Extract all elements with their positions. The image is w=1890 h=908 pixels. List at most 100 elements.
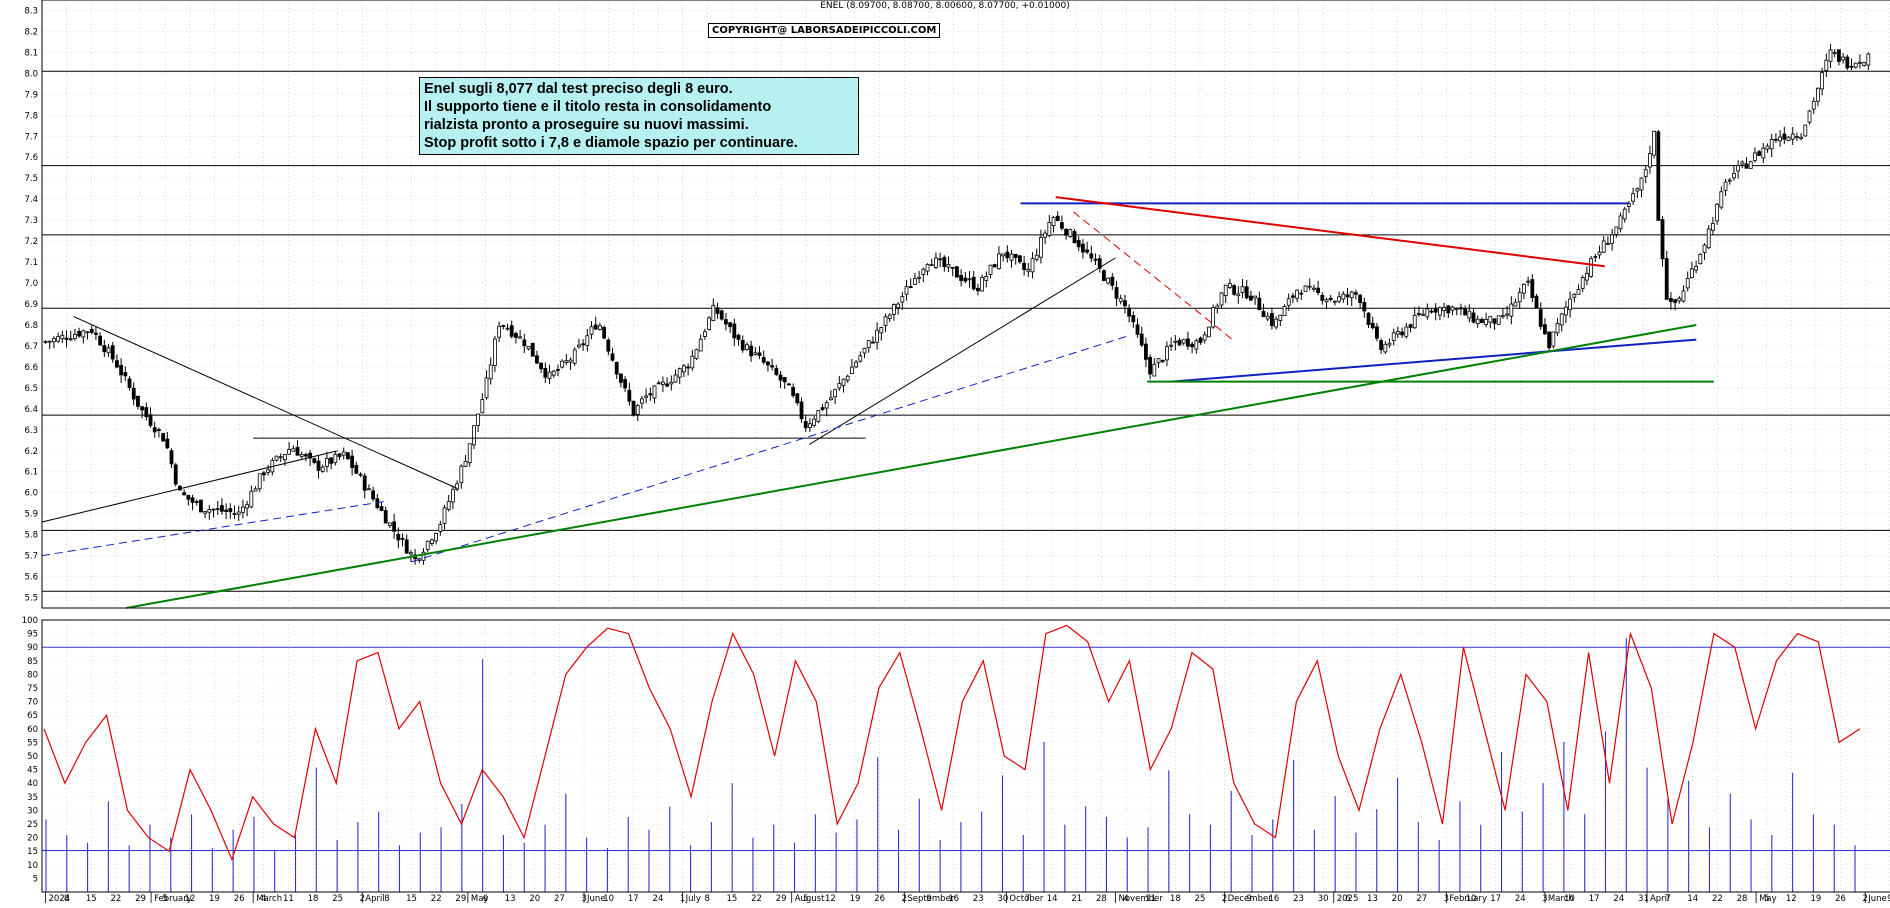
candle-body bbox=[1438, 307, 1442, 316]
candle-body bbox=[1207, 326, 1211, 338]
stock-chart: 8152229512192641118252815222961320273101… bbox=[0, 0, 1890, 904]
candle-body bbox=[1198, 337, 1203, 343]
candle bbox=[707, 316, 712, 331]
x-tick-label: 21 bbox=[1071, 894, 1082, 903]
candle bbox=[1786, 136, 1791, 141]
candle-body bbox=[358, 473, 363, 476]
candle bbox=[1589, 255, 1594, 279]
candle-body bbox=[887, 314, 892, 319]
candle-body bbox=[614, 361, 619, 375]
candle-body bbox=[1211, 307, 1216, 328]
candle bbox=[1207, 326, 1211, 338]
candle-body bbox=[799, 401, 804, 420]
price-tick-left: 5.7 bbox=[24, 552, 38, 562]
candle-body bbox=[1324, 299, 1329, 303]
candle-body bbox=[770, 365, 775, 368]
month-label: June bbox=[1867, 894, 1887, 903]
price-tick-left: 7.7 bbox=[24, 132, 38, 142]
price-tick-left: 7.2 bbox=[24, 237, 38, 247]
candle-body bbox=[442, 507, 447, 524]
candle-body bbox=[249, 490, 254, 508]
candle-body bbox=[1475, 318, 1480, 325]
candle-body bbox=[1828, 49, 1833, 62]
price-tick-left: 6.2 bbox=[24, 447, 38, 457]
candle-body bbox=[199, 499, 203, 513]
candle-body bbox=[1673, 299, 1678, 303]
stoch-tick: 65 bbox=[27, 711, 38, 721]
candle-body bbox=[1786, 136, 1791, 141]
candle-body bbox=[1173, 340, 1178, 343]
candle-body bbox=[837, 383, 842, 389]
candle-body bbox=[68, 338, 73, 341]
annotation-line-4: Stop profit sotto i 7,8 e diamole spazio… bbox=[424, 135, 798, 151]
price-tick-left: 7.6 bbox=[24, 153, 38, 163]
candle-body bbox=[1484, 318, 1489, 325]
candle-body bbox=[1270, 313, 1274, 327]
candle-body bbox=[1387, 342, 1392, 346]
candle-body bbox=[1740, 161, 1745, 165]
candle-body bbox=[1152, 363, 1157, 377]
candle-body bbox=[1866, 53, 1871, 66]
candle-body bbox=[1501, 315, 1505, 317]
x-tick-label: 24 bbox=[1613, 894, 1624, 903]
candle-body bbox=[526, 345, 531, 350]
month-label: February bbox=[1449, 894, 1487, 903]
candle-body bbox=[1601, 240, 1606, 253]
x-tick-label: 30 bbox=[1318, 894, 1329, 903]
candle-body bbox=[803, 421, 808, 429]
candle-body bbox=[1551, 331, 1556, 347]
candle-body bbox=[1265, 315, 1270, 320]
candle-body bbox=[787, 383, 791, 386]
candle-body bbox=[896, 303, 901, 309]
candle-body bbox=[81, 330, 86, 338]
candle-body bbox=[988, 264, 993, 275]
candle-body bbox=[173, 464, 178, 485]
candle-body bbox=[1522, 283, 1526, 294]
candle-body bbox=[1639, 177, 1644, 191]
candle bbox=[199, 499, 203, 513]
candle-body bbox=[1345, 294, 1350, 298]
candle-body bbox=[1286, 298, 1291, 306]
candle-body bbox=[728, 322, 733, 328]
candle bbox=[955, 265, 959, 278]
candle-body bbox=[1723, 181, 1728, 191]
candle-body bbox=[1177, 339, 1182, 346]
candle-body bbox=[1320, 294, 1325, 301]
candle-body bbox=[1496, 315, 1501, 325]
candle-body bbox=[1391, 332, 1396, 341]
candle-body bbox=[1715, 203, 1720, 222]
candle-body bbox=[253, 488, 258, 492]
price-tick-left: 8.2 bbox=[24, 27, 38, 37]
candle-body bbox=[1517, 292, 1522, 303]
candle-body bbox=[1341, 293, 1346, 300]
candle-body bbox=[736, 334, 741, 340]
candle-body bbox=[106, 347, 111, 354]
candle-body bbox=[337, 453, 342, 458]
candle-body bbox=[1333, 300, 1337, 303]
candle-body bbox=[1782, 133, 1787, 140]
candle bbox=[719, 309, 724, 321]
candle-body bbox=[577, 344, 581, 348]
candle bbox=[1496, 315, 1501, 325]
x-tick-label: 19 bbox=[209, 894, 220, 903]
candle-body bbox=[1538, 309, 1543, 327]
candle-body bbox=[585, 335, 590, 346]
candle-body bbox=[47, 340, 52, 343]
x-tick-label: 17 bbox=[628, 894, 639, 903]
candle-body bbox=[245, 504, 250, 509]
candle-body bbox=[102, 345, 107, 353]
candle-body bbox=[1093, 258, 1098, 261]
candle-body bbox=[892, 304, 896, 315]
month-label: May bbox=[1759, 894, 1777, 903]
candle-body bbox=[514, 333, 518, 338]
candle-body bbox=[719, 310, 724, 320]
price-tick-left: 5.5 bbox=[24, 594, 38, 604]
candle-body bbox=[644, 395, 649, 398]
candle-body bbox=[1702, 244, 1707, 254]
candle-body bbox=[274, 455, 279, 461]
candle-body bbox=[1026, 268, 1031, 272]
candle-body bbox=[959, 275, 964, 281]
candle-body bbox=[1156, 358, 1161, 364]
price-tick-left: 7.1 bbox=[24, 258, 38, 268]
candle-body bbox=[1643, 169, 1648, 178]
